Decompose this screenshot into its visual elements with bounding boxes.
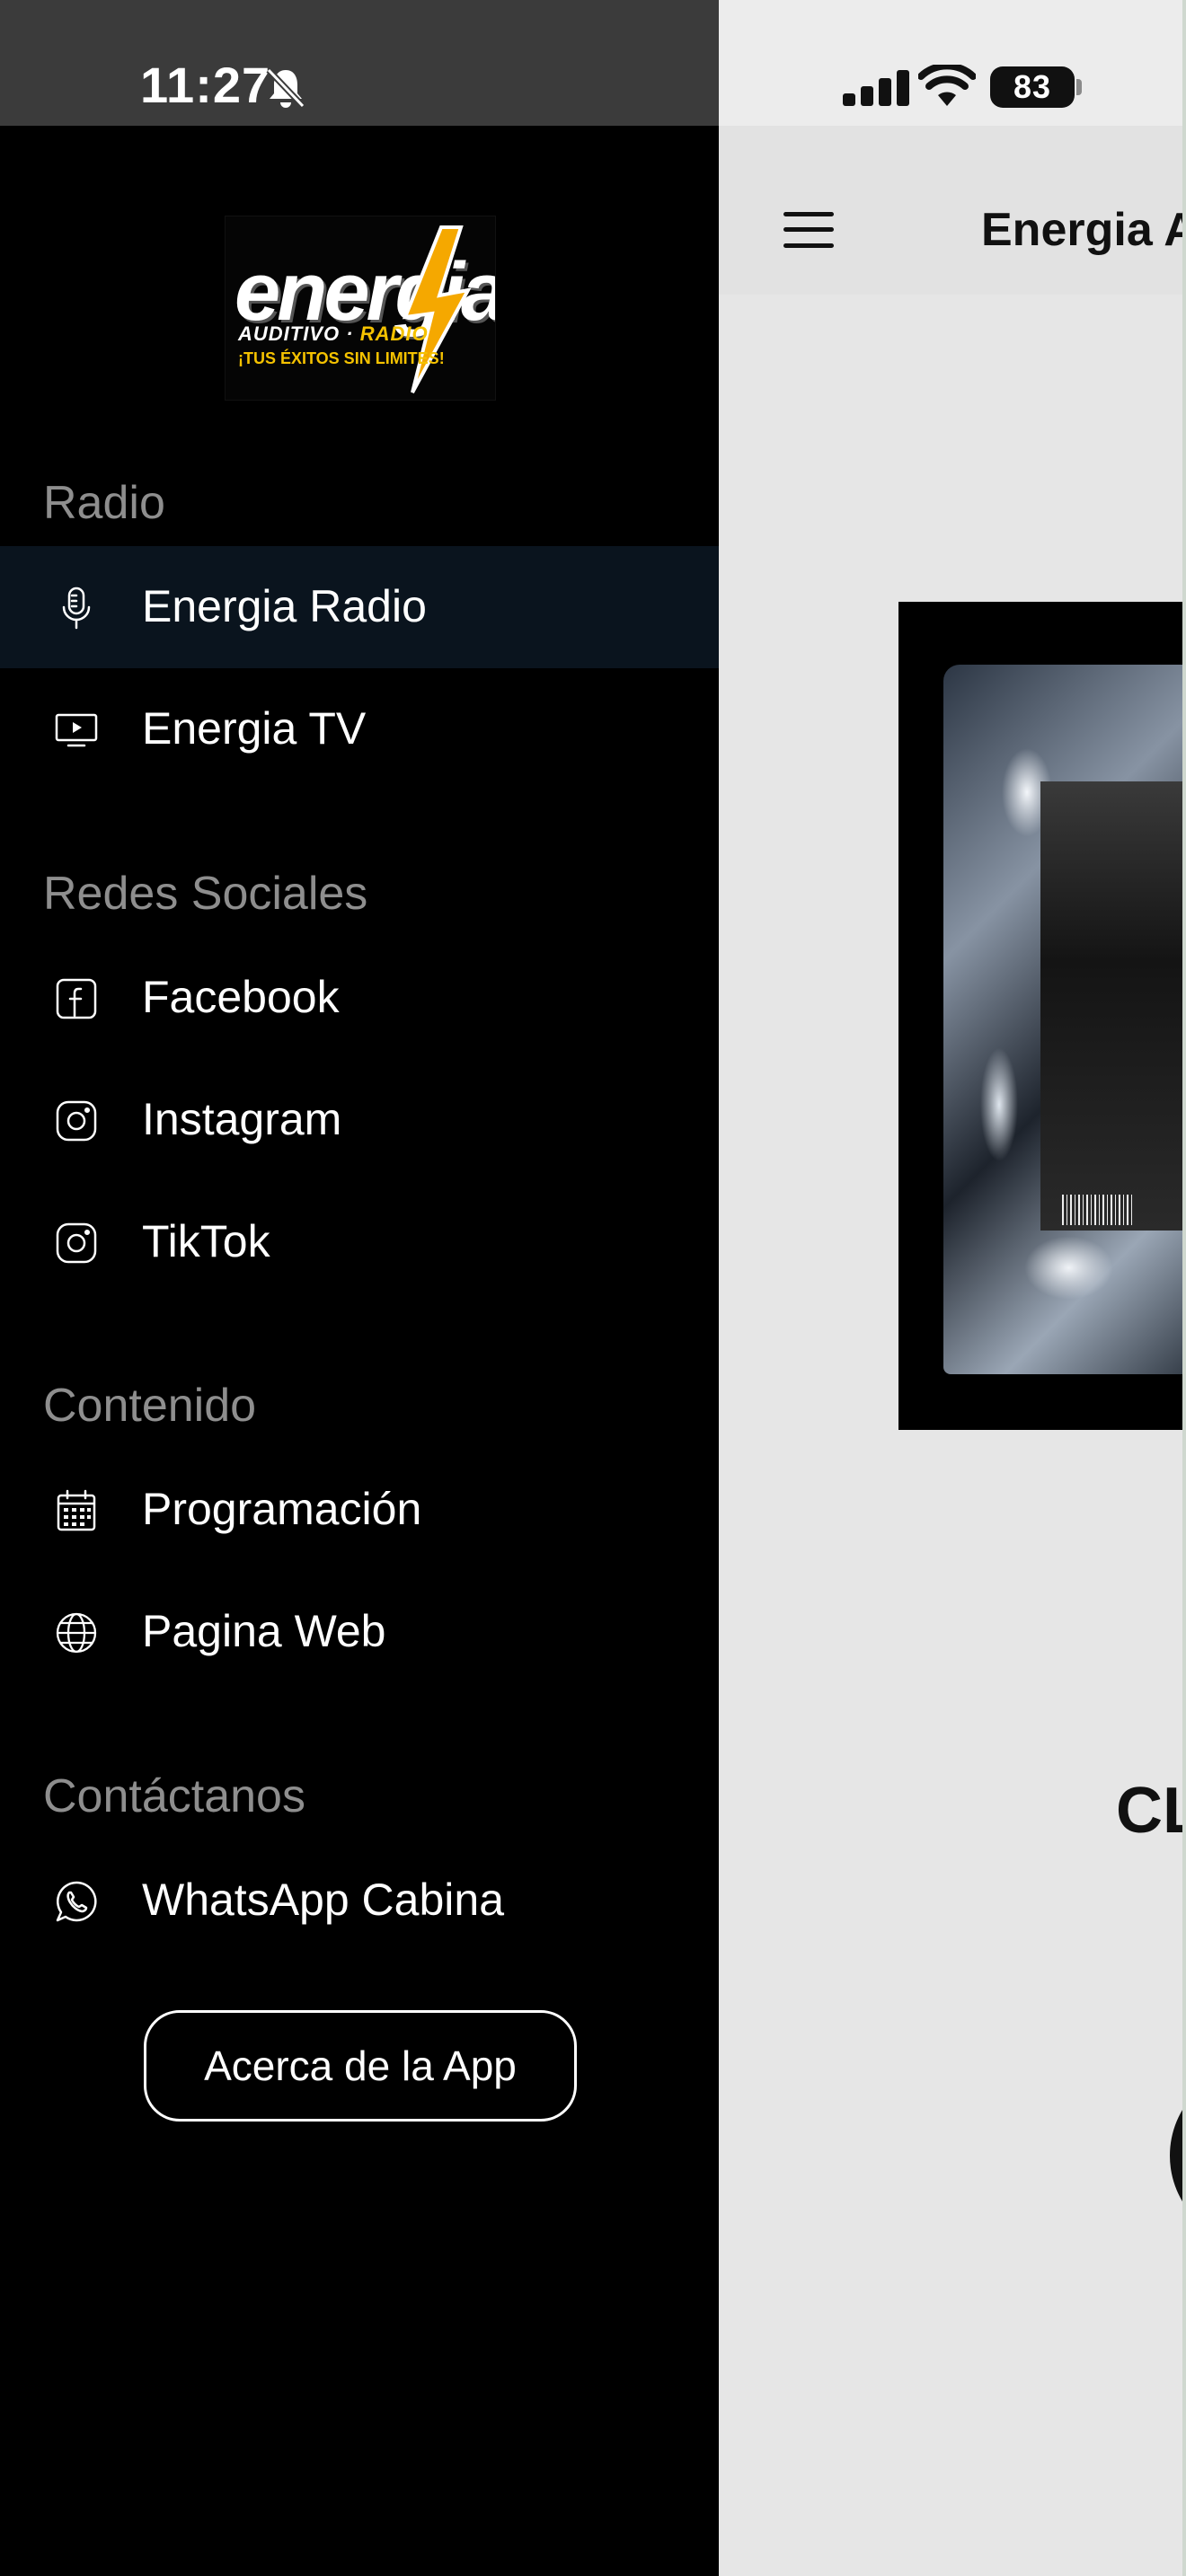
- album-art-photo: [1040, 781, 1184, 1231]
- section-title-contactanos: Contáctanos: [43, 1770, 305, 1822]
- drawer-item-whatsapp-cabina[interactable]: WhatsApp Cabina: [0, 1839, 719, 1962]
- station-logo: energia AUDITIVO · RADIO ¡TUS ÉXITOS SIN…: [225, 216, 496, 401]
- battery-cap: [1076, 79, 1082, 95]
- calendar-icon: [57, 1489, 96, 1531]
- drawer-item-energia-radio[interactable]: Energia Radio: [0, 546, 719, 668]
- battery-indicator: 83: [990, 66, 1075, 108]
- drawer-item-label: TikTok: [142, 1216, 270, 1266]
- drawer-item-label: Energia Radio: [142, 581, 427, 631]
- lightning-bolt-icon: [402, 225, 472, 393]
- drawer-item-programacion[interactable]: Programación: [0, 1449, 719, 1571]
- logo-tagline: ¡TUS ÉXITOS SIN LIMITES!: [238, 349, 445, 367]
- drawer-item-facebook[interactable]: Facebook: [0, 937, 719, 1059]
- instagram-icon: [56, 1100, 97, 1142]
- drawer-item-pagina-web[interactable]: Pagina Web: [0, 1571, 719, 1693]
- main-screen: 83 Energia A CL: [719, 0, 1186, 2576]
- logo-subtitle: AUDITIVO · RADIO: [238, 322, 429, 345]
- navigation-drawer: 11:27 energia AUDITIVO · RADIO ¡TUS ÉXIT…: [0, 0, 719, 2576]
- drawer-item-label: WhatsApp Cabina: [142, 1875, 505, 1925]
- status-bar-left: 11:27: [0, 0, 719, 126]
- about-app-button[interactable]: Acerca de la App: [144, 2010, 577, 2122]
- screen-edge: [1182, 0, 1186, 2576]
- facebook-icon: [56, 978, 97, 1019]
- album-cover: [898, 602, 1186, 1430]
- microphone-icon: [62, 587, 91, 630]
- globe-icon: [56, 1612, 97, 1654]
- tv-icon: [55, 713, 98, 747]
- drawer-item-label: Pagina Web: [142, 1606, 386, 1656]
- drawer-item-tiktok[interactable]: TikTok: [0, 1181, 719, 1303]
- status-bar-right: 83: [719, 0, 1186, 126]
- status-time: 11:27: [140, 57, 271, 113]
- drawer-item-label: Instagram: [142, 1094, 342, 1144]
- drawer-item-instagram[interactable]: Instagram: [0, 1059, 719, 1181]
- drawer-item-label: Programación: [142, 1484, 422, 1534]
- song-title: CL: [1116, 1775, 1186, 1847]
- app-header: Energia A: [719, 126, 1186, 295]
- section-title-contenido: Contenido: [43, 1380, 257, 1432]
- drawer-item-label: Energia TV: [142, 703, 367, 754]
- section-title-radio: Radio: [43, 477, 165, 529]
- barcode-graphic: [1062, 1195, 1134, 1225]
- silent-bell-icon: [266, 67, 305, 109]
- wifi-icon: [918, 65, 976, 106]
- cellular-signal-icon: [843, 68, 913, 106]
- whatsapp-icon: [56, 1881, 97, 1922]
- page-title: Energia A: [981, 204, 1186, 256]
- tiktok-icon: [56, 1222, 97, 1264]
- drawer-item-energia-tv[interactable]: Energia TV: [0, 668, 719, 790]
- section-title-redes-sociales: Redes Sociales: [43, 868, 368, 920]
- drawer-item-label: Facebook: [142, 972, 340, 1022]
- hamburger-menu-icon[interactable]: [783, 212, 834, 248]
